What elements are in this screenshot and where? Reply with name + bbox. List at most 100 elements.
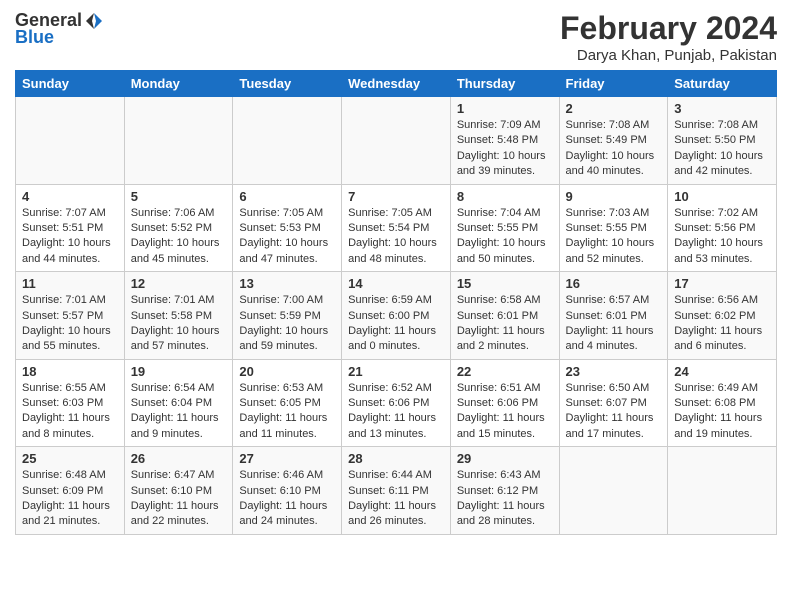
day-info: Sunrise: 6:53 AM Sunset: 6:05 PM Dayligh… [239, 381, 335, 443]
calendar-cell: 2 Sunrise: 7:08 AM Sunset: 5:49 PM Daylig… [559, 97, 668, 185]
day-number: 4 [22, 189, 118, 204]
day-info: Sunrise: 7:08 AM Sunset: 5:50 PM Dayligh… [674, 118, 770, 180]
calendar-cell [342, 97, 451, 185]
week-row-1: 4 Sunrise: 7:07 AM Sunset: 5:51 PM Daylig… [16, 184, 777, 272]
calendar-cell: 14 Sunrise: 6:59 AM Sunset: 6:00 PM Dayli… [342, 272, 451, 360]
calendar-cell: 25 Sunrise: 6:48 AM Sunset: 6:09 PM Dayli… [16, 447, 125, 535]
day-number: 6 [239, 189, 335, 204]
calendar-cell: 15Sunrise: 6:58 AM Sunset: 6:01 PM Dayli… [450, 272, 559, 360]
day-info: Sunrise: 7:01 AM Sunset: 5:58 PM Dayligh… [131, 293, 227, 355]
day-info: Sunrise: 6:47 AM Sunset: 6:10 PM Dayligh… [131, 468, 227, 530]
day-number: 14 [348, 276, 444, 291]
logo-icon [84, 11, 104, 31]
week-row-2: 11 Sunrise: 7:01 AM Sunset: 5:57 PM Dayli… [16, 272, 777, 360]
day-number: 16 [566, 276, 662, 291]
calendar-cell: 3Sunrise: 7:08 AM Sunset: 5:50 PM Daylig… [668, 97, 777, 185]
day-number: 11 [22, 276, 118, 291]
day-number: 20 [239, 364, 335, 379]
calendar-cell: 17 Sunrise: 6:56 AM Sunset: 6:02 PM Dayli… [668, 272, 777, 360]
calendar-cell: 12 Sunrise: 7:01 AM Sunset: 5:58 PM Dayli… [124, 272, 233, 360]
day-number: 7 [348, 189, 444, 204]
day-number: 29 [457, 451, 553, 466]
header-tuesday: Tuesday [233, 71, 342, 97]
day-info: Sunrise: 7:07 AM Sunset: 5:51 PM Dayligh… [22, 206, 118, 268]
week-row-0: 1 Sunrise: 7:09 AM Sunset: 5:48 PM Daylig… [16, 97, 777, 185]
day-info: Sunrise: 6:48 AM Sunset: 6:09 PM Dayligh… [22, 468, 118, 530]
header-saturday: Saturday [668, 71, 777, 97]
calendar-cell [233, 97, 342, 185]
day-info: Sunrise: 6:50 AM Sunset: 6:07 PM Dayligh… [566, 381, 662, 443]
month-year-title: February 2024 [560, 10, 777, 47]
header-thursday: Thursday [450, 71, 559, 97]
week-row-4: 25 Sunrise: 6:48 AM Sunset: 6:09 PM Dayli… [16, 447, 777, 535]
page-header: General Blue February 2024 Darya Khan, P… [15, 10, 777, 64]
header-wednesday: Wednesday [342, 71, 451, 97]
day-number: 23 [566, 364, 662, 379]
day-number: 25 [22, 451, 118, 466]
day-number: 10 [674, 189, 770, 204]
calendar-cell: 24 Sunrise: 6:49 AM Sunset: 6:08 PM Dayli… [668, 359, 777, 447]
day-info: Sunrise: 7:05 AM Sunset: 5:53 PM Dayligh… [239, 206, 335, 268]
day-number: 27 [239, 451, 335, 466]
day-number: 8 [457, 189, 553, 204]
day-info: Sunrise: 6:46 AM Sunset: 6:10 PM Dayligh… [239, 468, 335, 530]
calendar-cell: 22Sunrise: 6:51 AM Sunset: 6:06 PM Dayli… [450, 359, 559, 447]
location-subtitle: Darya Khan, Punjab, Pakistan [560, 47, 777, 64]
day-info: Sunrise: 6:59 AM Sunset: 6:00 PM Dayligh… [348, 293, 444, 355]
calendar-cell: 10Sunrise: 7:02 AM Sunset: 5:56 PM Dayli… [668, 184, 777, 272]
calendar-cell [124, 97, 233, 185]
day-number: 28 [348, 451, 444, 466]
calendar-cell: 20 Sunrise: 6:53 AM Sunset: 6:05 PM Dayli… [233, 359, 342, 447]
day-number: 26 [131, 451, 227, 466]
calendar-cell: 13Sunrise: 7:00 AM Sunset: 5:59 PM Dayli… [233, 272, 342, 360]
day-info: Sunrise: 6:57 AM Sunset: 6:01 PM Dayligh… [566, 293, 662, 355]
header-friday: Friday [559, 71, 668, 97]
day-number: 17 [674, 276, 770, 291]
day-info: Sunrise: 7:03 AM Sunset: 5:55 PM Dayligh… [566, 206, 662, 268]
calendar-cell [668, 447, 777, 535]
calendar-cell: 19Sunrise: 6:54 AM Sunset: 6:04 PM Dayli… [124, 359, 233, 447]
calendar-cell: 21Sunrise: 6:52 AM Sunset: 6:06 PM Dayli… [342, 359, 451, 447]
calendar-cell: 11 Sunrise: 7:01 AM Sunset: 5:57 PM Dayli… [16, 272, 125, 360]
day-info: Sunrise: 7:06 AM Sunset: 5:52 PM Dayligh… [131, 206, 227, 268]
day-number: 12 [131, 276, 227, 291]
week-row-3: 18 Sunrise: 6:55 AM Sunset: 6:03 PM Dayli… [16, 359, 777, 447]
header-sunday: Sunday [16, 71, 125, 97]
day-info: Sunrise: 6:54 AM Sunset: 6:04 PM Dayligh… [131, 381, 227, 443]
calendar-cell: 6 Sunrise: 7:05 AM Sunset: 5:53 PM Daylig… [233, 184, 342, 272]
logo: General Blue [15, 10, 104, 48]
day-info: Sunrise: 6:43 AM Sunset: 6:12 PM Dayligh… [457, 468, 553, 530]
day-number: 5 [131, 189, 227, 204]
calendar-cell: 26 Sunrise: 6:47 AM Sunset: 6:10 PM Dayli… [124, 447, 233, 535]
calendar-cell: 29 Sunrise: 6:43 AM Sunset: 6:12 PM Dayli… [450, 447, 559, 535]
day-number: 24 [674, 364, 770, 379]
day-info: Sunrise: 7:08 AM Sunset: 5:49 PM Dayligh… [566, 118, 662, 180]
calendar-cell: 18 Sunrise: 6:55 AM Sunset: 6:03 PM Dayli… [16, 359, 125, 447]
day-info: Sunrise: 7:01 AM Sunset: 5:57 PM Dayligh… [22, 293, 118, 355]
calendar-header-row: SundayMondayTuesdayWednesdayThursdayFrid… [16, 71, 777, 97]
logo-blue: Blue [15, 27, 54, 48]
day-info: Sunrise: 7:04 AM Sunset: 5:55 PM Dayligh… [457, 206, 553, 268]
day-info: Sunrise: 6:51 AM Sunset: 6:06 PM Dayligh… [457, 381, 553, 443]
day-info: Sunrise: 7:09 AM Sunset: 5:48 PM Dayligh… [457, 118, 553, 180]
calendar-body: 1 Sunrise: 7:09 AM Sunset: 5:48 PM Daylig… [16, 97, 777, 535]
calendar-cell [559, 447, 668, 535]
calendar-cell [16, 97, 125, 185]
calendar-cell: 8 Sunrise: 7:04 AM Sunset: 5:55 PM Daylig… [450, 184, 559, 272]
calendar-cell: 27 Sunrise: 6:46 AM Sunset: 6:10 PM Dayli… [233, 447, 342, 535]
day-number: 1 [457, 101, 553, 116]
day-number: 2 [566, 101, 662, 116]
day-number: 21 [348, 364, 444, 379]
calendar-cell: 4 Sunrise: 7:07 AM Sunset: 5:51 PM Daylig… [16, 184, 125, 272]
day-info: Sunrise: 6:56 AM Sunset: 6:02 PM Dayligh… [674, 293, 770, 355]
day-info: Sunrise: 6:49 AM Sunset: 6:08 PM Dayligh… [674, 381, 770, 443]
day-number: 18 [22, 364, 118, 379]
calendar-cell: 16 Sunrise: 6:57 AM Sunset: 6:01 PM Dayli… [559, 272, 668, 360]
calendar-cell: 5 Sunrise: 7:06 AM Sunset: 5:52 PM Daylig… [124, 184, 233, 272]
day-info: Sunrise: 6:44 AM Sunset: 6:11 PM Dayligh… [348, 468, 444, 530]
calendar-table: SundayMondayTuesdayWednesdayThursdayFrid… [15, 70, 777, 535]
day-number: 15 [457, 276, 553, 291]
day-info: Sunrise: 7:05 AM Sunset: 5:54 PM Dayligh… [348, 206, 444, 268]
day-info: Sunrise: 7:00 AM Sunset: 5:59 PM Dayligh… [239, 293, 335, 355]
day-info: Sunrise: 6:55 AM Sunset: 6:03 PM Dayligh… [22, 381, 118, 443]
